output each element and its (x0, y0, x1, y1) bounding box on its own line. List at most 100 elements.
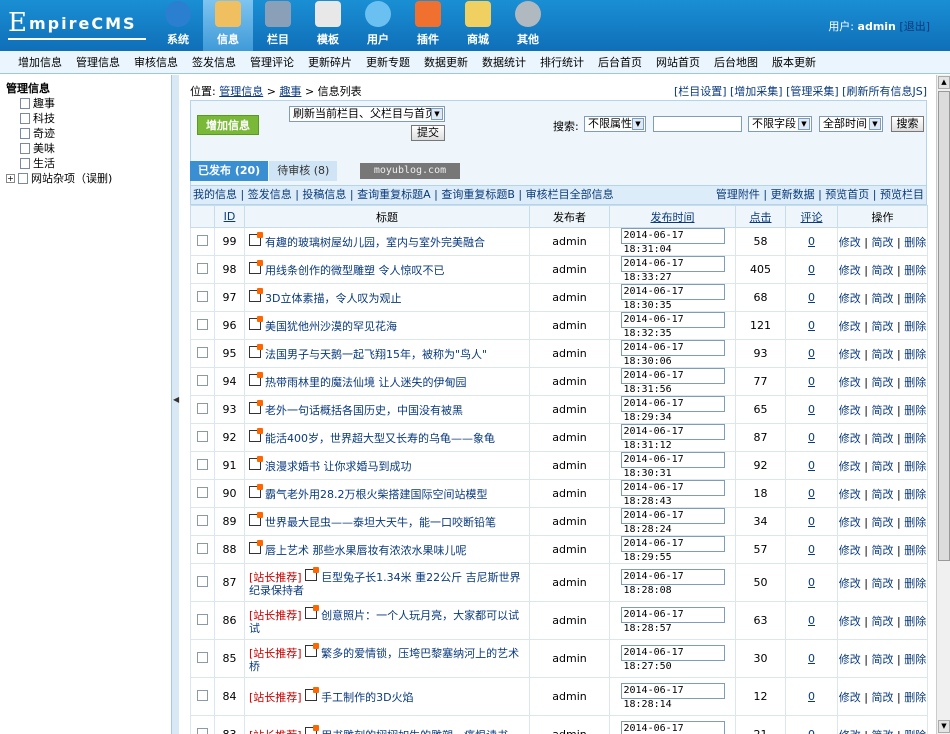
delete-link[interactable]: 删除 (904, 376, 926, 389)
empirecms-logo[interactable]: EmpireCMS (8, 8, 148, 44)
time-field[interactable]: 2014-06-17 18:31:12 (620, 424, 725, 451)
delete-link[interactable]: 删除 (904, 460, 926, 473)
comments-link[interactable]: 0 (808, 459, 815, 472)
comments-link[interactable]: 0 (808, 728, 815, 734)
row-checkbox[interactable] (197, 374, 208, 386)
submenu-item[interactable]: 后台首页 (598, 54, 642, 70)
quick-edit-link[interactable]: 简改 (872, 653, 894, 666)
comments-link[interactable]: 0 (808, 347, 815, 360)
quick-edit-link[interactable]: 简改 (872, 348, 894, 361)
row-checkbox[interactable] (197, 234, 208, 246)
col-id-label[interactable]: ID (224, 210, 236, 223)
comments-link[interactable]: 0 (808, 652, 815, 665)
delete-link[interactable]: 删除 (904, 653, 926, 666)
title-link[interactable]: 有趣的玻璃树屋幼儿园，室内与室外完美融合 (265, 236, 485, 249)
edit-link[interactable]: 修改 (839, 376, 861, 389)
submenu-item[interactable]: 后台地图 (714, 54, 758, 70)
row-checkbox[interactable] (197, 651, 208, 663)
crumb-manage-link[interactable]: 管理信息 (219, 85, 263, 98)
row-checkbox[interactable] (197, 542, 208, 554)
row-checkbox[interactable] (197, 458, 208, 470)
delete-link[interactable]: 删除 (904, 577, 926, 590)
title-link[interactable]: 3D立体素描，令人叹为观止 (265, 292, 401, 305)
edit-link[interactable]: 修改 (839, 320, 861, 333)
title-link[interactable]: 世界最大昆虫——泰坦大天牛，能一口咬断铅笔 (265, 516, 496, 529)
comments-link[interactable]: 0 (808, 515, 815, 528)
time-field[interactable]: 2014-06-17 18:27:50 (620, 645, 725, 672)
submenu-item[interactable]: 管理信息 (76, 54, 120, 70)
col-id[interactable]: ID (214, 205, 245, 228)
edit-link[interactable]: 修改 (839, 404, 861, 417)
title-link[interactable]: 唇上艺术 那些水果唇妆有浓浓水果味儿呢 (265, 544, 467, 557)
row-checkbox[interactable] (197, 346, 208, 358)
col-time[interactable]: 发布时间 (609, 205, 736, 228)
delete-link[interactable]: 删除 (904, 615, 926, 628)
row-checkbox[interactable] (197, 318, 208, 330)
quick-edit-link[interactable]: 简改 (872, 577, 894, 590)
time-field[interactable]: 2014-06-17 18:28:24 (620, 508, 725, 535)
quick-edit-link[interactable]: 简改 (872, 488, 894, 501)
title-link[interactable]: 老外一句话概括各国历史，中国没有被黑 (265, 404, 463, 417)
comments-link[interactable]: 0 (808, 690, 815, 703)
comments-link[interactable]: 0 (808, 576, 815, 589)
quick-edit-link[interactable]: 简改 (872, 460, 894, 473)
quick-edit-link[interactable]: 简改 (872, 615, 894, 628)
attr-select[interactable]: 不限属性 ▼ (584, 116, 646, 132)
time-field[interactable]: 2014-06-17 18:28:14 (620, 683, 725, 710)
time-field[interactable]: 2014-06-17 18:30:31 (620, 452, 725, 479)
row-checkbox[interactable] (197, 575, 208, 587)
refresh-select[interactable]: 刷新当前栏目、父栏目与首页 ▼ (289, 106, 445, 122)
submenu-item[interactable]: 更新专题 (366, 54, 410, 70)
delete-link[interactable]: 删除 (904, 432, 926, 445)
expand-icon[interactable]: + (6, 174, 15, 183)
delete-link[interactable]: 删除 (904, 320, 926, 333)
comments-link[interactable]: 0 (808, 319, 815, 332)
submenu-item[interactable]: 签发信息 (192, 54, 236, 70)
ops-left-links[interactable]: 我的信息 | 签发信息 | 投稿信息 | 查询重复标题A | 查询重复标题B |… (193, 188, 614, 201)
submenu-item[interactable]: 排行统计 (540, 54, 584, 70)
edit-link[interactable]: 修改 (839, 236, 861, 249)
edit-link[interactable]: 修改 (839, 460, 861, 473)
quick-edit-link[interactable]: 简改 (872, 292, 894, 305)
row-checkbox[interactable] (197, 727, 208, 734)
delete-link[interactable]: 删除 (904, 729, 926, 734)
quick-edit-link[interactable]: 简改 (872, 729, 894, 734)
quick-edit-link[interactable]: 简改 (872, 320, 894, 333)
nav-item-6[interactable]: 商城 (453, 0, 503, 51)
time-field[interactable]: 2014-06-17 18:31:56 (620, 368, 725, 395)
title-link[interactable]: 美国犹他州沙漠的罕见花海 (265, 320, 397, 333)
nav-item-5[interactable]: 插件 (403, 0, 453, 51)
submenu-item[interactable]: 网站首页 (656, 54, 700, 70)
tab-pending[interactable]: 待审核 (8) (269, 161, 338, 181)
time-field[interactable]: 2014-06-17 18:28:43 (620, 480, 725, 507)
time-field[interactable]: 2014-06-17 18:29:55 (620, 536, 725, 563)
edit-link[interactable]: 修改 (839, 292, 861, 305)
nav-item-7[interactable]: 其他 (503, 0, 553, 51)
time-field[interactable]: 2014-06-17 18:26:34 (620, 721, 725, 734)
title-link[interactable]: 热带雨林里的魔法仙境 让人迷失的伊甸园 (265, 376, 467, 389)
delete-link[interactable]: 删除 (904, 516, 926, 529)
col-hits-label[interactable]: 点击 (750, 211, 772, 224)
edit-link[interactable]: 修改 (839, 653, 861, 666)
tree-item[interactable]: 趣事 (6, 96, 170, 111)
submenu-item[interactable]: 数据统计 (482, 54, 526, 70)
delete-link[interactable]: 删除 (904, 348, 926, 361)
row-checkbox[interactable] (197, 613, 208, 625)
delete-link[interactable]: 删除 (904, 691, 926, 704)
submenu-item[interactable]: 增加信息 (18, 54, 62, 70)
scroll-down-icon[interactable]: ▼ (938, 720, 950, 733)
time-field[interactable]: 2014-06-17 18:30:06 (620, 340, 725, 367)
delete-link[interactable]: 删除 (904, 236, 926, 249)
nav-item-2[interactable]: 栏目 (253, 0, 303, 51)
title-link[interactable]: 霸气老外用28.2万根火柴搭建国际空间站模型 (265, 488, 488, 501)
delete-link[interactable]: 删除 (904, 404, 926, 417)
comments-link[interactable]: 0 (808, 375, 815, 388)
title-link[interactable]: 用书雕刻的栩栩如生的雕塑，痛恨读书 (321, 729, 508, 734)
comments-link[interactable]: 0 (808, 235, 815, 248)
tree-root[interactable]: 管理信息 (6, 81, 170, 96)
edit-link[interactable]: 修改 (839, 348, 861, 361)
row-checkbox[interactable] (197, 689, 208, 701)
edit-link[interactable]: 修改 (839, 691, 861, 704)
submenu-item[interactable]: 管理评论 (250, 54, 294, 70)
edit-link[interactable]: 修改 (839, 577, 861, 590)
